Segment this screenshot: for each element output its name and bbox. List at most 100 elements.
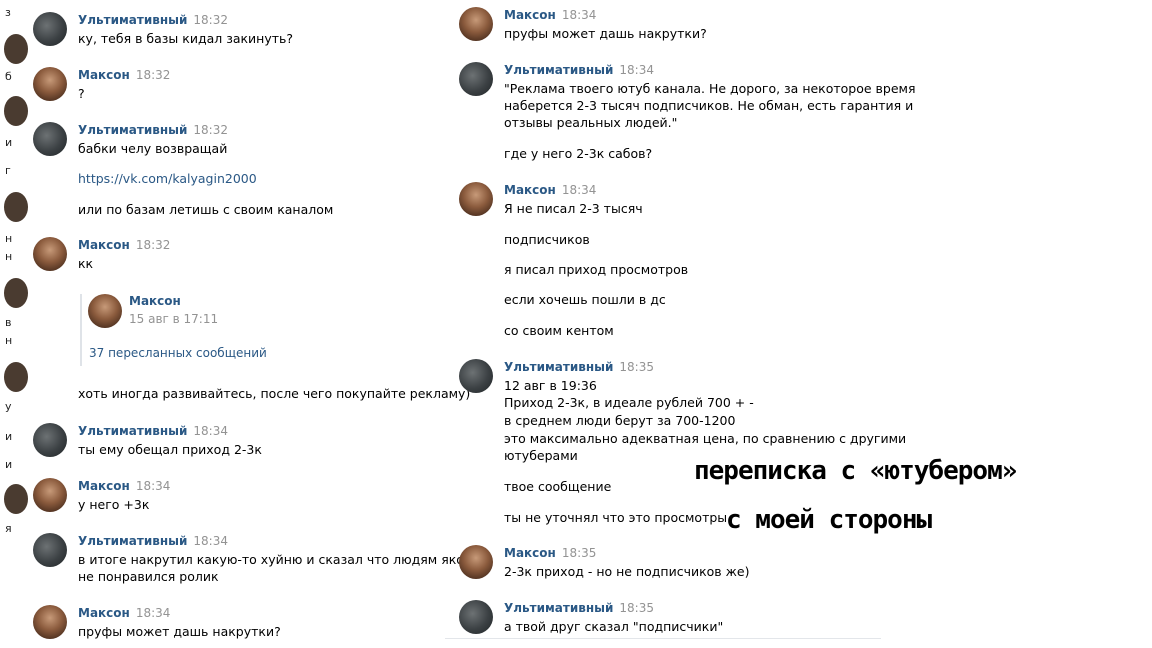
message-text: хоть иногда развивайтесь, после чего пок… [78,386,471,401]
avatar [4,34,28,64]
strip-char: у [5,400,12,413]
message-text: ты ему обещал приход 2-3к [78,442,262,457]
strip-char: з [5,6,11,19]
message-text: 12 авг в 19:36 [504,378,597,393]
avatar[interactable] [459,182,493,216]
avatar [4,192,28,222]
message-text: в итоге накрутил какую-то хуйню и сказал… [78,552,482,567]
message-time[interactable]: 18:34 [193,534,228,548]
message-time[interactable]: 18:34 [136,479,171,493]
avatar [4,362,28,392]
message-text: не понравился ролик [78,569,219,584]
message-author[interactable]: Максон [78,479,130,493]
message-author[interactable]: Ультимативный [78,534,187,548]
avatar[interactable] [33,478,67,512]
message-time[interactable]: 18:35 [619,601,654,615]
avatar[interactable] [33,605,67,639]
annotation-line-2: с моей стороны [726,505,932,535]
avatar[interactable] [459,7,493,41]
avatar[interactable] [33,533,67,567]
message-author[interactable]: Максон [78,238,130,252]
message-text: это максимально адекватная цена, по срав… [504,431,907,446]
message-text: в среднем люди берут за 700-1200 [504,413,736,428]
message-text: если хочешь пошли в дс [504,292,666,307]
left-cut-strip: з б и г н н в н у и и я [0,0,28,648]
strip-char: н [5,232,13,245]
message-text: 2-3к приход - но не подписчиков же) [504,564,750,579]
strip-char: н [5,250,13,263]
message-text: где у него 2-3к сабов? [504,146,653,161]
forwarded-author[interactable]: Максон [129,294,181,308]
avatar[interactable] [33,67,67,101]
forwarded-messages-link[interactable]: 37 пересланных сообщений [89,346,267,360]
message-time[interactable]: 18:34 [193,424,228,438]
message-time[interactable]: 18:35 [619,360,654,374]
message-author[interactable]: Ультимативный [504,601,613,615]
message-text: "Реклама твоего ютуб канала. Не дорого, … [504,81,916,96]
message-author[interactable]: Ультимативный [78,13,187,27]
divider [445,638,881,639]
strip-char: б [5,70,12,83]
strip-char: и [5,136,13,149]
message-author[interactable]: Ультимативный [504,360,613,374]
message-text: а твой друг сказал "подписчики" [504,619,724,634]
avatar[interactable] [33,237,67,271]
message-text: отзывы реальных людей." [504,115,678,130]
message-text: подписчиков [504,232,590,247]
message-time[interactable]: 18:32 [136,238,171,252]
avatar [4,96,28,126]
forward-bar [80,294,82,366]
message-text: я писал приход просмотров [504,262,689,277]
avatar[interactable] [88,294,122,328]
message-time[interactable]: 18:34 [619,63,654,77]
message-author[interactable]: Максон [78,606,130,620]
message-author[interactable]: Максон [504,546,556,560]
message-link[interactable]: https://vk.com/kalyagin2000 [78,171,257,186]
message-author[interactable]: Ультимативный [504,63,613,77]
chat-column-left: Ультимативный 18:32 ку, тебя в базы кидал… [33,0,482,648]
chat-column-right: Максон 18:34 пруфы может дашь накрутки? У… [459,0,916,648]
message-text: ютуберами [504,448,578,463]
avatar[interactable] [33,12,67,46]
message-author[interactable]: Максон [78,68,130,82]
message-time[interactable]: 18:34 [562,183,597,197]
message-text: ты не уточнял что это просмотры [504,510,728,525]
message-time[interactable]: 18:34 [136,606,171,620]
forwarded-date[interactable]: 15 авг в 17:11 [129,312,218,326]
avatar [4,278,28,308]
message-author[interactable]: Ультимативный [78,424,187,438]
avatar[interactable] [459,62,493,96]
message-text: наберется 2-3 тысяч подписчиков. Не обма… [504,98,914,113]
avatar[interactable] [33,423,67,457]
avatar [4,484,28,514]
message-text: кк [78,256,94,271]
strip-char: и [5,458,13,471]
message-text: ку, тебя в базы кидал закинуть? [78,31,294,46]
message-text: твое сообщение [504,479,612,494]
message-time[interactable]: 18:32 [136,68,171,82]
message-author[interactable]: Максон [504,183,556,197]
message-text: пруфы может дашь накрутки? [78,624,281,639]
message-time[interactable]: 18:32 [193,13,228,27]
strip-char: и [5,430,13,443]
message-author[interactable]: Ультимативный [78,123,187,137]
message-text: Я не писал 2-3 тысяч [504,201,643,216]
message-author[interactable]: Максон [504,8,556,22]
message-text: бабки челу возвращай [78,141,228,156]
strip-char: н [5,334,13,347]
strip-char: я [5,522,12,535]
strip-char: в [5,316,12,329]
message-text: у него +3к [78,497,150,512]
avatar[interactable] [459,545,493,579]
strip-char: г [5,164,11,177]
avatar[interactable] [459,600,493,634]
avatar[interactable] [459,359,493,393]
message-time[interactable]: 18:35 [562,546,597,560]
message-text: ? [78,86,85,101]
message-text: или по базам летишь с своим каналом [78,202,334,217]
message-text: со своим кентом [504,323,614,338]
avatar[interactable] [33,122,67,156]
message-time[interactable]: 18:32 [193,123,228,137]
annotation-line-1: переписка с «ютубером» [694,456,1017,486]
message-time[interactable]: 18:34 [562,8,597,22]
